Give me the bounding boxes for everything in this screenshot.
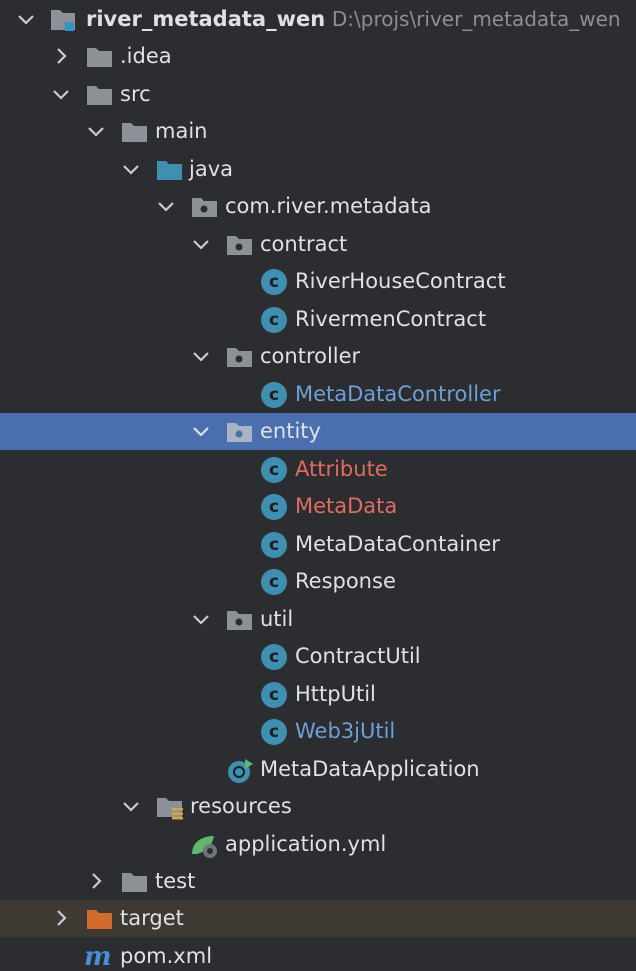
chevron-down-icon[interactable] bbox=[189, 607, 213, 631]
node-label: com.river.metadata bbox=[225, 194, 432, 218]
tree-row-yml[interactable]: application.yml bbox=[0, 826, 636, 863]
node-label: Response bbox=[295, 569, 396, 593]
project-tree[interactable]: river_metadata_wen D:\projs\river_metada… bbox=[0, 0, 636, 971]
svg-text:m: m bbox=[84, 942, 112, 970]
node-label: application.yml bbox=[225, 832, 387, 856]
node-label: HttpUtil bbox=[295, 682, 376, 706]
project-module-icon bbox=[50, 7, 78, 33]
package-icon bbox=[226, 344, 254, 370]
chevron-right-icon[interactable] bbox=[49, 44, 73, 68]
chevron-down-icon[interactable] bbox=[49, 82, 73, 106]
chevron-down-icon[interactable] bbox=[119, 157, 143, 181]
resources-folder-icon bbox=[156, 794, 184, 820]
node-label: MetaDataController bbox=[295, 382, 501, 406]
chevron-right-icon[interactable] bbox=[84, 869, 108, 893]
node-label: pom.xml bbox=[120, 944, 213, 968]
tree-row-controller[interactable]: controller bbox=[0, 338, 636, 375]
node-label: target bbox=[120, 906, 184, 930]
folder-icon bbox=[121, 119, 149, 145]
node-label: src bbox=[120, 82, 151, 106]
node-label: .idea bbox=[120, 44, 172, 68]
node-label: main bbox=[155, 119, 208, 143]
chevron-down-icon[interactable] bbox=[154, 194, 178, 218]
chevron-down-icon[interactable] bbox=[119, 794, 143, 818]
project-name: river_metadata_wen bbox=[86, 7, 326, 31]
folder-icon bbox=[86, 82, 114, 108]
tree-row-class[interactable]: c MetaDataContainer bbox=[0, 526, 636, 563]
tree-row-class[interactable]: c Web3jUtil bbox=[0, 713, 636, 750]
class-icon: c bbox=[261, 494, 289, 520]
class-icon: c bbox=[261, 719, 289, 745]
node-label: ContractUtil bbox=[295, 644, 421, 668]
chevron-down-icon[interactable] bbox=[189, 344, 213, 368]
class-icon: c bbox=[261, 382, 289, 408]
class-icon: c bbox=[261, 457, 289, 483]
node-label: RivermenContract bbox=[295, 307, 487, 331]
node-label: entity bbox=[260, 419, 321, 443]
tree-row-class[interactable]: c RivermenContract bbox=[0, 301, 636, 338]
tree-row-idea[interactable]: .idea bbox=[0, 38, 636, 75]
tree-row-pom[interactable]: m pom.xml bbox=[0, 938, 636, 971]
package-icon bbox=[226, 607, 254, 633]
tree-row-package-root[interactable]: com.river.metadata bbox=[0, 188, 636, 225]
tree-row-application[interactable]: MetaDataApplication bbox=[0, 751, 636, 788]
tree-row-resources[interactable]: resources bbox=[0, 788, 636, 825]
node-label: controller bbox=[260, 344, 361, 368]
tree-row-target[interactable]: target bbox=[0, 900, 636, 937]
node-label: util bbox=[260, 607, 294, 631]
class-icon: c bbox=[261, 644, 289, 670]
chevron-down-icon[interactable] bbox=[189, 419, 213, 443]
class-icon: c bbox=[261, 269, 289, 295]
spring-boot-application-icon bbox=[226, 757, 254, 783]
node-label: test bbox=[155, 869, 196, 893]
tree-row-test[interactable]: test bbox=[0, 863, 636, 900]
node-label: RiverHouseContract bbox=[295, 269, 506, 293]
package-icon bbox=[226, 419, 254, 445]
source-folder-icon bbox=[156, 157, 184, 183]
excluded-folder-icon bbox=[86, 906, 114, 932]
folder-icon bbox=[86, 44, 114, 70]
node-label: resources bbox=[190, 794, 292, 818]
tree-row-project-root[interactable]: river_metadata_wen D:\projs\river_metada… bbox=[0, 1, 636, 38]
node-label: Web3jUtil bbox=[295, 719, 396, 743]
node-label: MetaData bbox=[295, 494, 398, 518]
node-label: java bbox=[189, 157, 233, 181]
package-icon bbox=[226, 232, 254, 258]
tree-row-class[interactable]: c Response bbox=[0, 563, 636, 600]
tree-row-class[interactable]: c ContractUtil bbox=[0, 638, 636, 675]
tree-row-entity-selected[interactable]: entity bbox=[0, 413, 636, 450]
node-label: MetaDataContainer bbox=[295, 532, 500, 556]
maven-icon: m bbox=[84, 942, 112, 970]
package-icon bbox=[191, 194, 219, 220]
spring-yml-icon bbox=[190, 832, 218, 858]
tree-row-util[interactable]: util bbox=[0, 601, 636, 638]
project-path: D:\projs\river_metadata_wen bbox=[331, 7, 621, 31]
class-icon: c bbox=[261, 307, 289, 333]
tree-row-src[interactable]: src bbox=[0, 76, 636, 113]
tree-row-class[interactable]: c MetaData bbox=[0, 488, 636, 525]
chevron-down-icon[interactable] bbox=[84, 119, 108, 143]
chevron-down-icon[interactable] bbox=[14, 7, 38, 31]
node-label: contract bbox=[260, 232, 348, 256]
class-icon: c bbox=[261, 532, 289, 558]
tree-row-class[interactable]: c RiverHouseContract bbox=[0, 263, 636, 300]
node-label: MetaDataApplication bbox=[260, 757, 480, 781]
tree-row-java[interactable]: java bbox=[0, 151, 636, 188]
chevron-right-icon[interactable] bbox=[49, 906, 73, 930]
tree-row-class[interactable]: c HttpUtil bbox=[0, 676, 636, 713]
class-icon: c bbox=[261, 682, 289, 708]
tree-row-class[interactable]: c Attribute bbox=[0, 451, 636, 488]
class-icon: c bbox=[261, 569, 289, 595]
tree-row-contract[interactable]: contract bbox=[0, 226, 636, 263]
node-label: Attribute bbox=[295, 457, 388, 481]
folder-icon bbox=[121, 869, 149, 895]
tree-row-main[interactable]: main bbox=[0, 113, 636, 150]
chevron-down-icon[interactable] bbox=[189, 232, 213, 256]
tree-row-class[interactable]: c MetaDataController bbox=[0, 376, 636, 413]
